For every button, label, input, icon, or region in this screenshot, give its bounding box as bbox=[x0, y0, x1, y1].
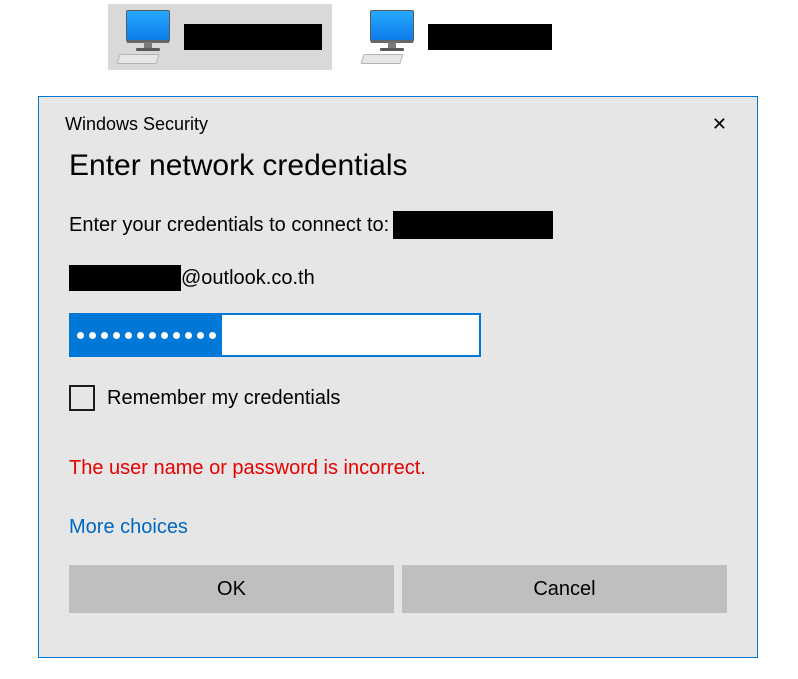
dialog-title: Enter network credentials bbox=[69, 149, 727, 183]
cancel-button[interactable]: Cancel bbox=[402, 565, 727, 613]
username-redacted bbox=[69, 265, 181, 291]
remember-label: Remember my credentials bbox=[107, 387, 340, 410]
credentials-dialog: Windows Security ✕ Enter network credent… bbox=[38, 96, 758, 658]
password-field[interactable] bbox=[69, 313, 481, 357]
target-computer-name bbox=[393, 211, 553, 239]
username-line: @outlook.co.th bbox=[69, 265, 727, 291]
password-input[interactable] bbox=[222, 315, 479, 355]
network-computer-label bbox=[428, 24, 552, 50]
password-selection bbox=[71, 315, 222, 355]
connect-to-line: Enter your credentials to connect to: bbox=[69, 211, 727, 239]
error-message: The user name or password is incorrect. bbox=[69, 457, 727, 480]
network-computer-item-2[interactable] bbox=[352, 4, 562, 70]
network-computer-label bbox=[184, 24, 322, 50]
network-computers-row bbox=[0, 0, 798, 70]
close-button[interactable]: ✕ bbox=[704, 111, 735, 137]
dialog-header-title: Windows Security bbox=[65, 114, 208, 135]
username-domain: @outlook.co.th bbox=[181, 267, 315, 290]
ok-button[interactable]: OK bbox=[69, 565, 394, 613]
dialog-header: Windows Security ✕ bbox=[39, 97, 757, 143]
computer-icon bbox=[362, 10, 418, 64]
connect-to-prefix: Enter your credentials to connect to: bbox=[69, 214, 389, 237]
computer-icon bbox=[118, 10, 174, 64]
dialog-body: Enter network credentials Enter your cre… bbox=[39, 143, 757, 613]
more-choices-link[interactable]: More choices bbox=[69, 516, 727, 539]
remember-checkbox[interactable] bbox=[69, 385, 95, 411]
dialog-buttons: OK Cancel bbox=[69, 565, 727, 613]
network-computer-item-1[interactable] bbox=[108, 4, 332, 70]
remember-credentials-row: Remember my credentials bbox=[69, 385, 727, 411]
